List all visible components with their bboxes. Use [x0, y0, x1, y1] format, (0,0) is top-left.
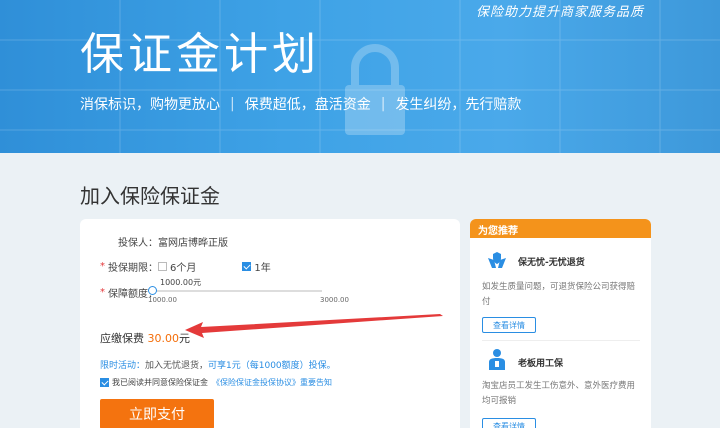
required-mark: * [100, 287, 105, 298]
banner-subtitle: 消保标识，购物更放心 | 保费超低，盘活资金 | 发生纠纷，先行赔款 [80, 94, 521, 114]
worker-icon [489, 349, 505, 370]
coverage-value: 1000.00元 [160, 278, 202, 287]
premium-amount: 30.00 [147, 332, 180, 345]
banner-sub-1: 消保标识，购物更放心 [80, 97, 220, 113]
premium-line: 应缴保费 30.00元 [100, 330, 190, 346]
recommend-title: 保无忧-无忧退货 [518, 258, 585, 268]
recommend-desc: 如发生质量问题，可退货保险公司获得赔付 [482, 282, 636, 307]
promo-label: 限时活动： [100, 361, 146, 371]
view-details-button[interactable]: 查看详情 [482, 317, 536, 333]
period-row: * 投保期限： 6个月 1年 [100, 259, 317, 274]
period-6m-checkbox[interactable] [158, 262, 167, 271]
page-title: 加入保险保证金 [80, 184, 220, 208]
recommend-desc: 淘宝店员工发生工伤意外、意外医疗费用均可报销 [482, 381, 636, 406]
recommend-item: 老板用工保 淘宝店员工发生工伤意外、意外医疗费用均可报销 查看详情 [470, 340, 651, 428]
slider-handle[interactable] [148, 286, 157, 295]
period-option-6m[interactable]: 6个月 [158, 259, 196, 274]
recommend-item: 保无忧-无忧退货 如发生质量问题，可退货保险公司获得赔付 查看详情 [470, 238, 651, 338]
recommend-header: 为您推荐 [470, 219, 651, 238]
banner-sub-3: 发生纠纷，先行赔款 [395, 97, 522, 113]
promo-highlight: 可享1元（每1000额度）投保。 [208, 361, 336, 371]
coverage-slider[interactable]: 1000.00元 1000.00 3000.00 [148, 277, 349, 307]
period-label: 投保期限： [108, 263, 158, 274]
lock-icon [345, 44, 405, 135]
recommend-title: 老板用工保 [518, 359, 564, 369]
period-1y-label: 1年 [254, 263, 271, 274]
agree-text: 我已阅读并同意保险保证金 [112, 378, 208, 387]
pay-now-button[interactable]: 立即支付 [100, 399, 214, 428]
required-mark: * [100, 261, 105, 272]
period-1y-checkbox[interactable] [242, 262, 252, 271]
view-details-button[interactable]: 查看详情 [482, 418, 536, 428]
banner-sep: | [380, 96, 386, 112]
banner-sub-2: 保费超低，盘活资金 [244, 97, 371, 113]
hero-banner: 保险助力提升商家服务品质 保证金计划 消保标识，购物更放心 | 保费超低，盘活资… [0, 0, 720, 153]
period-option-1y[interactable]: 1年 [242, 259, 271, 274]
agreement-row: 我已阅读并同意保险保证金 《保险保证金投保协议》重要告知 [100, 377, 332, 388]
hands-shield-icon [488, 252, 506, 268]
insured-person: 投保人：富网店博晔正版 [118, 238, 228, 249]
recommend-panel: 为您推荐 保无忧-无忧退货 如发生质量问题，可退货保险公司获得赔付 查看详情 老… [470, 219, 651, 428]
premium-label: 应缴保费 [100, 332, 144, 345]
banner-sep: | [230, 96, 235, 112]
agreement-link[interactable]: 《保险保证金投保协议》重要告知 [212, 377, 332, 388]
promo-text: 加入无忧退货， [145, 361, 209, 371]
banner-title: 保证金计划 [80, 29, 320, 80]
agree-checkbox[interactable] [100, 378, 109, 387]
slider-min: 1000.00 [148, 296, 177, 304]
slider-max: 3000.00 [320, 296, 349, 304]
slider-track[interactable] [152, 290, 322, 292]
period-6m-label: 6个月 [170, 263, 197, 274]
red-arrow-annotation [185, 314, 443, 338]
promo-line: 限时活动：加入无忧退货，可享1元（每1000额度）投保。 [100, 358, 336, 371]
banner-slogan: 保险助力提升商家服务品质 [475, 5, 644, 20]
